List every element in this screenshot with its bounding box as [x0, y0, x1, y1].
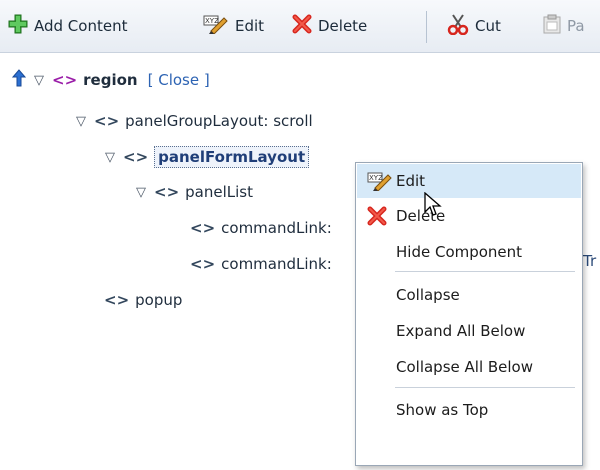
- component-icon: <>: [104, 291, 130, 309]
- paste-label: Pa: [567, 17, 585, 35]
- expand-toggle-icon[interactable]: ▽: [136, 185, 146, 200]
- edit-label: Edit: [235, 17, 265, 35]
- context-menu: XYZ Edit Delete Hide Component Collapse …: [355, 162, 583, 466]
- cut-label: Cut: [475, 17, 501, 35]
- menu-item-label: Hide Component: [396, 243, 523, 261]
- tree-row-commandlink-2: <> commandLink:: [190, 252, 332, 276]
- expand-toggle-icon[interactable]: ▽: [76, 114, 86, 129]
- menu-item-show-as-top[interactable]: Show as Top: [357, 393, 581, 427]
- add-content-button[interactable]: Add Content: [8, 13, 127, 39]
- component-icon: <>: [123, 148, 149, 166]
- expand-toggle-icon[interactable]: ▽: [34, 73, 44, 88]
- tree-node-commandlink-1[interactable]: commandLink:: [221, 219, 332, 237]
- menu-item-label: Show as Top: [396, 401, 489, 419]
- menu-item-collapse-all-below[interactable]: Collapse All Below: [357, 350, 581, 384]
- mouse-cursor-icon: [424, 191, 442, 222]
- tree-row-region: ▽ <> region [ Close ]: [11, 68, 210, 92]
- menu-separator: [395, 271, 575, 272]
- delete-icon: [292, 14, 312, 38]
- menu-item-label: Collapse: [396, 286, 460, 304]
- menu-item-label: Expand All Below: [396, 322, 526, 340]
- edit-icon: XYZ: [367, 171, 393, 195]
- component-icon: <>: [190, 255, 216, 273]
- add-content-label: Add Content: [34, 17, 128, 35]
- tree-node-region[interactable]: region: [83, 71, 137, 89]
- tree-node-panelformlayout[interactable]: panelFormLayout: [154, 146, 310, 168]
- region-icon: <>: [52, 71, 78, 89]
- tree-row-panellist: ▽ <> panelList: [136, 180, 253, 204]
- scissors-icon: [447, 13, 469, 39]
- tree-node-panellist[interactable]: panelList: [185, 183, 253, 201]
- tree-row-panelgrouplayout: ▽ <> panelGroupLayout: scroll: [76, 109, 313, 133]
- clipboard-icon: [543, 14, 561, 38]
- component-icon: <>: [154, 183, 180, 201]
- toolbar-separator: [426, 11, 427, 43]
- edit-button[interactable]: XYZ Edit: [203, 13, 264, 39]
- add-icon: [8, 14, 28, 38]
- menu-item-expand-all-below[interactable]: Expand All Below: [357, 314, 581, 348]
- expand-toggle-icon[interactable]: ▽: [105, 150, 115, 165]
- tree-row-panelformlayout: ▽ <> panelFormLayout: [105, 145, 310, 169]
- menu-separator: [395, 387, 575, 388]
- tree-node-popup[interactable]: popup: [135, 291, 182, 309]
- tree-node-commandlink-2[interactable]: commandLink:: [221, 255, 332, 273]
- svg-text:XYZ: XYZ: [205, 17, 219, 25]
- component-icon: <>: [94, 112, 120, 130]
- svg-text:XYZ: XYZ: [369, 174, 383, 182]
- region-close-link[interactable]: [ Close ]: [148, 71, 210, 89]
- delete-label: Delete: [318, 17, 368, 35]
- cut-button[interactable]: Cut: [447, 13, 501, 39]
- clipped-text: Tr: [583, 252, 597, 270]
- menu-item-collapse[interactable]: Collapse: [357, 278, 581, 312]
- toolbar: Add Content XYZ Edit Delete Cut Pa: [0, 0, 600, 53]
- go-up-icon[interactable]: [11, 69, 27, 91]
- menu-item-hide-component[interactable]: Hide Component: [357, 235, 581, 269]
- tree-row-commandlink-1: <> commandLink:: [190, 216, 332, 240]
- paste-button[interactable]: Pa: [543, 13, 585, 39]
- delete-icon: [367, 206, 387, 230]
- tree-node-panelgrouplayout[interactable]: panelGroupLayout: scroll: [125, 112, 313, 130]
- tree-row-popup: <> popup: [104, 288, 182, 312]
- component-icon: <>: [190, 219, 216, 237]
- menu-item-label: Edit: [396, 172, 426, 190]
- menu-item-edit[interactable]: XYZ Edit: [357, 164, 581, 198]
- menu-item-delete[interactable]: Delete: [357, 199, 581, 233]
- edit-icon: XYZ: [203, 14, 229, 38]
- delete-button[interactable]: Delete: [292, 13, 367, 39]
- menu-item-label: Collapse All Below: [396, 358, 534, 376]
